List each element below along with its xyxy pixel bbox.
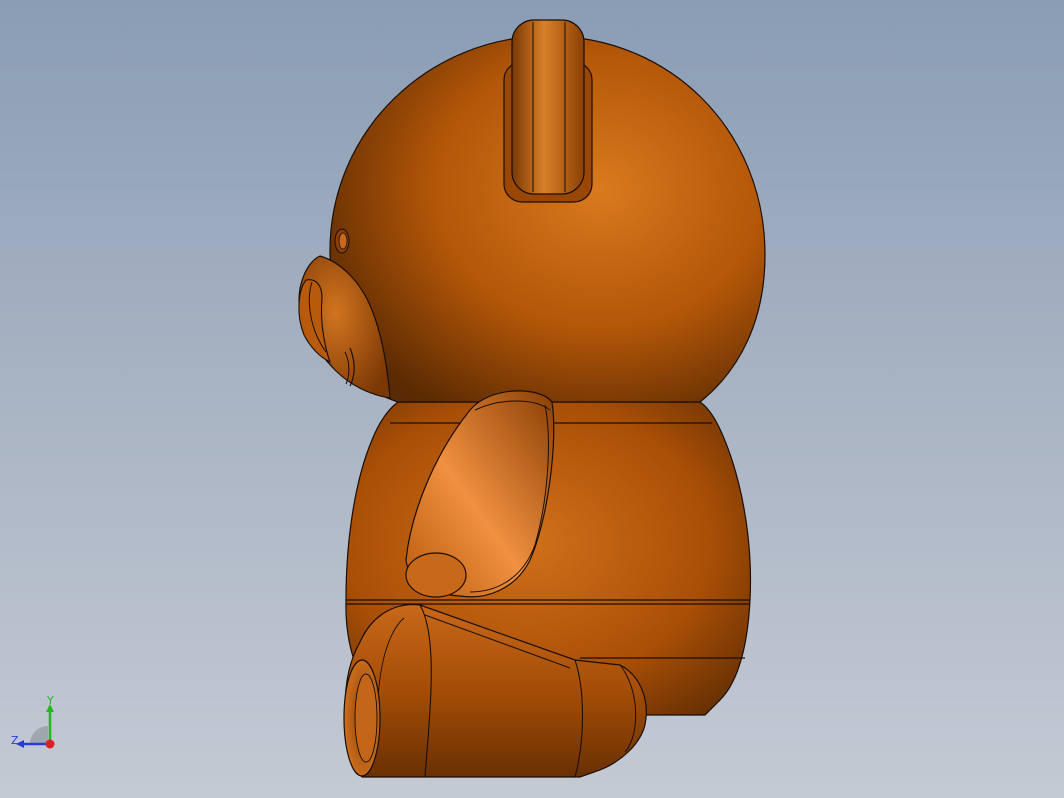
triad-z-label: Z [11,734,19,747]
axis-triad[interactable]: Y Z [8,694,68,758]
graphics-viewport[interactable]: Y Z [0,0,1064,798]
triad-y-label: Y [47,694,54,707]
triad-graphic [16,704,55,749]
bear-ear[interactable] [503,19,593,203]
bear-model[interactable] [0,0,1064,798]
bear-eye [334,228,350,254]
